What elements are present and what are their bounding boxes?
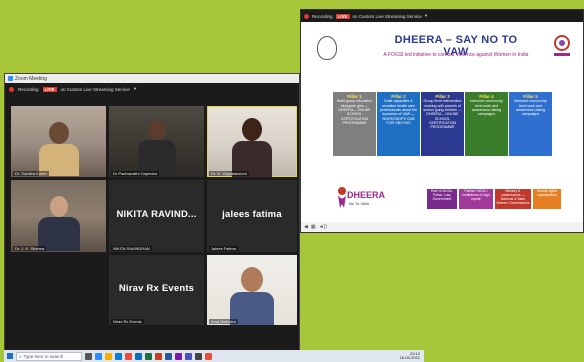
participant-display-name: Nirav Rx Events	[118, 283, 195, 294]
zoom-window: Zoom Meeting Recording LIVE on Custom Li…	[4, 73, 300, 362]
participant-tile[interactable]: Dr. Sumitra Kuber	[11, 106, 106, 177]
windows-taskbar: ⌕ Type here to search 20:12 16-03-2021	[4, 350, 424, 362]
participant-tile[interactable]: jalees fatima Jalees Fatima	[207, 180, 297, 252]
participant-name: Jalees Fatima	[209, 246, 238, 251]
recording-label: Recording	[312, 13, 333, 19]
pillar-heading: Pillar 2	[391, 94, 406, 99]
chevron-down-icon[interactable]: ▾	[425, 13, 427, 19]
file-explorer-icon[interactable]	[105, 352, 112, 360]
live-badge[interactable]: LIVE	[335, 13, 350, 19]
shared-slide-window: Recording LIVE on Custom Live Streaming …	[300, 9, 584, 233]
slide-subtitle: A FOGSI led initiative to combat Violenc…	[383, 52, 529, 58]
taskbar-clock[interactable]: 20:12 16-03-2021	[399, 351, 420, 361]
live-badge[interactable]: LIVE	[42, 86, 57, 92]
participant-tile[interactable]: Dr Padmavathi Gajendra	[109, 106, 204, 177]
speaker-icon[interactable]: ◄))	[319, 224, 327, 230]
word-icon[interactable]	[165, 352, 172, 360]
zoom-window-title: Zoom Meeting	[15, 75, 47, 82]
task-view-icon[interactable]	[85, 352, 92, 360]
pillar-3: Pillar 3 Group level intervention workin…	[421, 92, 464, 156]
stream-label[interactable]: on Custom Live Streaming Service	[61, 87, 130, 92]
emblem-icon	[317, 36, 337, 60]
media-player-icon[interactable]	[205, 352, 212, 360]
participant-tile[interactable]: Anuj Malhotra	[207, 255, 297, 325]
onenote-icon[interactable]	[175, 352, 182, 360]
participant-name: Nirav Rx Events	[111, 319, 144, 324]
participant-name: Dr. N. Vijayalakshmi	[209, 171, 249, 176]
taskbar-search-box[interactable]: ⌕ Type here to search	[16, 351, 82, 361]
pillar-2: Pillar 2 Build capacities & sensitise he…	[377, 92, 420, 156]
pillar-heading: Pillar 4	[479, 94, 494, 99]
partner-box: Human rights organisations	[533, 189, 561, 209]
fogsi-logo-icon	[554, 35, 570, 56]
slide-recording-bar: Recording LIVE on Custom Live Streaming …	[301, 10, 583, 22]
partner-box: Role of NGOs, Police, Law, Government	[427, 189, 457, 209]
zoom-taskbar-icon[interactable]	[95, 352, 102, 360]
pillar-body: Build group education alongside girls — …	[337, 99, 372, 125]
pillar-body: Intensive community level work and aware…	[514, 99, 547, 117]
dheera-logo-text: DHEERA	[347, 190, 386, 200]
participant-name: NIKITA RAVINDRAN	[111, 246, 152, 251]
teams-icon[interactable]	[185, 352, 192, 360]
participant-name: Dr. Sumitra Kuber	[13, 171, 49, 176]
partner-box: Partner NGOs / Institutions of high repu…	[459, 189, 493, 209]
dheera-logo: DHEERA No To VAW	[335, 182, 385, 212]
taskbar-date: 16-03-2021	[399, 355, 420, 360]
participant-tile[interactable]: Dr. J. K. Sharma	[11, 180, 106, 252]
windows-start-icon[interactable]	[7, 353, 13, 359]
obs-icon[interactable]	[195, 352, 202, 360]
zoom-app-icon	[8, 76, 13, 81]
participant-tile-active-speaker[interactable]: Dr. N. Vijayalakshmi	[207, 106, 297, 177]
chrome-icon[interactable]	[125, 352, 132, 360]
slide-controls: ◀ ▦ ◄))	[301, 222, 583, 232]
participant-tile[interactable]: Nirav Rx Events Nirav Rx Events	[109, 255, 204, 325]
taskbar-search-placeholder: Type here to search	[23, 353, 64, 359]
chevron-down-icon[interactable]: ▾	[134, 86, 136, 92]
participant-display-name: jalees fatima	[222, 208, 282, 220]
zoom-recording-bar: Recording LIVE on Custom Live Streaming …	[5, 83, 299, 95]
pillar-heading: Pillar 3	[435, 94, 450, 99]
pillar-heading: Pillar 1	[347, 94, 362, 99]
pillar-body: Intensive community level work and aware…	[470, 99, 503, 117]
stream-label[interactable]: on Custom Live Streaming Service	[353, 14, 422, 19]
recording-icon	[304, 13, 309, 19]
pillar-5: Pillar 5 Intensive community level work …	[509, 92, 552, 156]
pillar-1: Pillar 1 Build group education alongside…	[333, 92, 376, 156]
partner-box: Ministry & commissions — National & Stat…	[495, 189, 531, 209]
recording-icon	[9, 86, 14, 92]
participant-name: Dr Padmavathi Gajendra	[111, 171, 160, 176]
zoom-titlebar: Zoom Meeting	[5, 74, 299, 83]
excel-icon[interactable]	[145, 352, 152, 360]
pillar-body: Group level intervention working with pa…	[423, 99, 462, 130]
pillar-body: Build capacities & sensitise health care…	[379, 99, 418, 125]
participant-tile[interactable]: NIKITA RAVIND... NIKITA RAVINDRAN	[109, 180, 204, 252]
participant-name: Dr. J. K. Sharma	[13, 246, 47, 251]
slides-icon[interactable]: ▦	[311, 224, 316, 230]
pillar-4: Pillar 4 Intensive community level work …	[465, 92, 508, 156]
edge-icon[interactable]	[115, 352, 122, 360]
participant-display-name: NIKITA RAVIND...	[116, 208, 197, 220]
powerpoint-icon[interactable]	[155, 352, 162, 360]
dheera-logo-subtext: No To VAW	[349, 201, 370, 206]
outlook-icon[interactable]	[135, 352, 142, 360]
prev-slide-icon[interactable]: ◀	[304, 224, 308, 230]
recording-label: Recording	[18, 86, 39, 92]
slide-content: DHEERA – SAY NO TO VAW A FOGSI led initi…	[301, 22, 583, 224]
search-icon: ⌕	[19, 353, 22, 359]
participant-name: Anuj Malhotra	[209, 319, 238, 324]
pillar-heading: Pillar 5	[523, 94, 538, 99]
